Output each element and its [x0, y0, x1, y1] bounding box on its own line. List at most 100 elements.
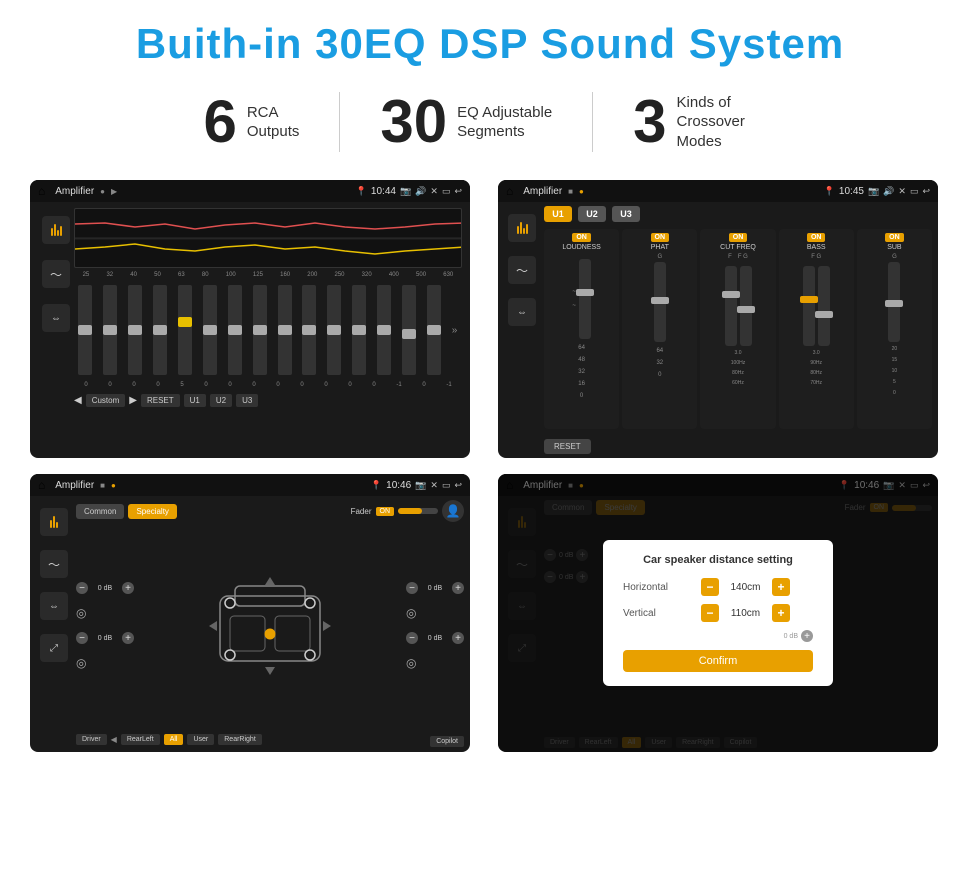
- cutfreq-slider-1[interactable]: [725, 266, 737, 346]
- driver-btn[interactable]: Driver: [76, 734, 107, 745]
- dialog-horizontal-label: Horizontal: [623, 582, 693, 593]
- left-arrow: ◀: [111, 735, 117, 744]
- cross-icon-4[interactable]: ⤢: [40, 634, 68, 662]
- db-minus-4[interactable]: −: [406, 632, 418, 644]
- rear-right-btn[interactable]: RearRight: [218, 734, 262, 745]
- dot-active-2: ●: [579, 187, 584, 196]
- loudness-slider[interactable]: [579, 259, 591, 339]
- vertical-plus-btn[interactable]: +: [772, 604, 790, 622]
- home-icon-1: ⌂: [38, 184, 45, 198]
- screenshot-amp: ⌂ Amplifier ■ ● 📍 10:45 📷 🔊 ✕ ▭ ↩: [498, 180, 938, 458]
- vertical-minus-btn[interactable]: −: [701, 604, 719, 622]
- loudness-values: 64 48 32 16 0: [578, 345, 585, 399]
- user-btn[interactable]: User: [187, 734, 214, 745]
- eq-slider-5[interactable]: [178, 285, 192, 375]
- bass-on-badge[interactable]: ON: [807, 233, 826, 242]
- u3-button[interactable]: U3: [612, 206, 640, 222]
- amp-icon-3[interactable]: ⇔: [508, 298, 536, 326]
- speaker-icon-row-2: ◎: [76, 656, 134, 670]
- eq-u2-btn[interactable]: U2: [210, 394, 232, 407]
- eq-u3-btn[interactable]: U3: [236, 394, 258, 407]
- amp-icon-1[interactable]: [508, 214, 536, 242]
- bass-col: ON BASS F G: [779, 229, 854, 429]
- eq-custom-btn[interactable]: Custom: [86, 394, 126, 407]
- person-icon-circle: 👤: [442, 500, 464, 522]
- eq-slider-3[interactable]: [128, 285, 142, 375]
- db-minus-1[interactable]: −: [76, 582, 88, 594]
- fader-on-badge[interactable]: ON: [376, 507, 395, 516]
- eq-slider-6[interactable]: [203, 285, 217, 375]
- dot-1: ●: [100, 187, 105, 196]
- db-minus-3[interactable]: −: [406, 582, 418, 594]
- eq-u1-btn[interactable]: U1: [184, 394, 206, 407]
- eq-slider-12[interactable]: [352, 285, 366, 375]
- db-plus-2[interactable]: +: [122, 632, 134, 644]
- rear-left-btn[interactable]: RearLeft: [121, 734, 160, 745]
- fader-slider[interactable]: [398, 508, 438, 514]
- db-row-1: − 0 dB +: [76, 582, 134, 594]
- eq-values-row: 00 00 50 00 00 00 0-1 0-1: [74, 382, 462, 388]
- right-db-controls: − 0 dB + ◎ − 0 dB +: [406, 582, 464, 670]
- cross-icon-1[interactable]: [40, 508, 68, 536]
- amp-icon-2[interactable]: 〜: [508, 256, 536, 284]
- specialty-tab[interactable]: Specialty: [128, 504, 176, 519]
- eq-play-btn[interactable]: ▶: [129, 395, 137, 406]
- eq-sidebar-icon-1[interactable]: [42, 216, 70, 244]
- eq-slider-11[interactable]: [327, 285, 341, 375]
- amp-main: U1 U2 U3 ON LOUDNESS: [544, 206, 932, 454]
- eq-slider-14[interactable]: [402, 285, 416, 375]
- eq-slider-1[interactable]: [78, 285, 92, 375]
- eq-slider-8[interactable]: [253, 285, 267, 375]
- common-tab[interactable]: Common: [76, 504, 124, 519]
- eq-sidebar-icon-2[interactable]: 〜: [42, 260, 70, 288]
- u1-button[interactable]: U1: [544, 206, 572, 222]
- horizontal-plus-btn[interactable]: +: [772, 578, 790, 596]
- status-time-3: 10:46: [386, 480, 411, 491]
- eq-reset-btn[interactable]: RESET: [141, 394, 180, 407]
- db-plus-1[interactable]: +: [122, 582, 134, 594]
- eq-slider-7[interactable]: [228, 285, 242, 375]
- stat-eq-number: 30: [380, 92, 447, 152]
- eq-slider-10[interactable]: [302, 285, 316, 375]
- loudness-on-badge[interactable]: ON: [572, 233, 591, 242]
- all-btn[interactable]: All: [164, 734, 184, 745]
- bass-slider-2[interactable]: [818, 266, 830, 346]
- db-minus-2[interactable]: −: [76, 632, 88, 644]
- eq-slider-9[interactable]: [278, 285, 292, 375]
- cross-icon-3[interactable]: ⇔: [40, 592, 68, 620]
- eq-slider-15[interactable]: [427, 285, 441, 375]
- cutfreq-on-badge[interactable]: ON: [729, 233, 748, 242]
- amp-reset-btn[interactable]: RESET: [544, 439, 591, 454]
- eq-graph: [74, 208, 462, 268]
- dialog-confirm-btn[interactable]: Confirm: [623, 650, 813, 672]
- cross-icon-2[interactable]: 〜: [40, 550, 68, 578]
- stat-crossover-number: 3: [633, 92, 666, 152]
- copilot-btn[interactable]: Copilot: [430, 736, 464, 747]
- eq-slider-2[interactable]: [103, 285, 117, 375]
- eq-sidebar-icon-3[interactable]: ⇔: [42, 304, 70, 332]
- sub-values: 20 15 10 5 0: [892, 346, 898, 396]
- phat-on-badge[interactable]: ON: [651, 233, 670, 242]
- eq-slider-4[interactable]: [153, 285, 167, 375]
- stat-eq-label: EQ AdjustableSegments: [457, 103, 552, 142]
- sub-on-badge[interactable]: ON: [885, 233, 904, 242]
- eq-slider-13[interactable]: [377, 285, 391, 375]
- horizontal-minus-btn[interactable]: −: [701, 578, 719, 596]
- car-diagram-svg: [205, 571, 335, 681]
- eq-prev-btn[interactable]: ◀: [74, 395, 82, 406]
- car-area: − 0 dB + ◎ − 0 dB +: [76, 526, 464, 726]
- db-plus-4[interactable]: +: [452, 632, 464, 644]
- cutfreq-slider-2[interactable]: [740, 266, 752, 346]
- back-icon-1: ↩: [454, 186, 462, 197]
- camera-icon-1: 📷: [400, 186, 411, 197]
- screenshot-eq: ⌂ Amplifier ● ▶ 📍 10:44 📷 🔊 ✕ ▭ ↩: [30, 180, 470, 458]
- db-value-2: 0 dB: [91, 635, 119, 642]
- db-plus-3[interactable]: +: [452, 582, 464, 594]
- bass-slider-1[interactable]: [803, 266, 815, 346]
- sub-slider[interactable]: [888, 262, 900, 342]
- u2-button[interactable]: U2: [578, 206, 606, 222]
- eq-expand-button[interactable]: »: [452, 325, 458, 336]
- phat-slider[interactable]: [654, 262, 666, 342]
- phat-values: 64 32 0: [656, 348, 663, 378]
- play-icon-1: ▶: [111, 187, 117, 196]
